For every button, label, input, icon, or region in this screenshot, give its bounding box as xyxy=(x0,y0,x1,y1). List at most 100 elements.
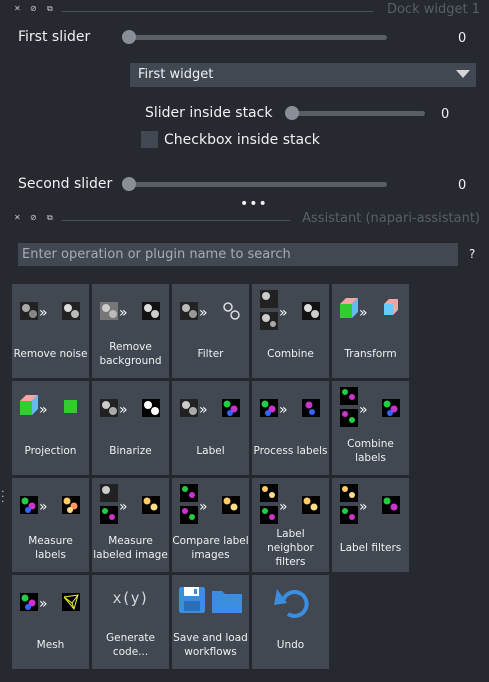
tile-remove-noise[interactable]: » Remove noise xyxy=(12,284,89,378)
label-icon: » xyxy=(180,399,240,418)
tile-measure-labeled-image[interactable]: » Measure labeled image xyxy=(92,478,169,572)
tile-label: Combine xyxy=(267,348,314,360)
first-slider-track[interactable] xyxy=(124,35,387,40)
svg-text:»: » xyxy=(279,499,288,515)
tile-label: Undo xyxy=(276,639,305,651)
tile-label: Transform xyxy=(344,348,397,360)
remove-noise-icon: » xyxy=(20,302,80,321)
hide-icon[interactable]: ⊘ xyxy=(30,4,37,14)
tile-process-labels[interactable]: » Process labels xyxy=(252,381,329,475)
tile-label: Projection xyxy=(24,445,77,457)
mesh-icon: » xyxy=(20,593,80,612)
tile-remove-background[interactable]: » Remove background xyxy=(92,284,169,378)
header-divider xyxy=(62,11,374,12)
tile-measure-labels[interactable]: » Measure labels xyxy=(12,478,89,572)
second-slider-label: Second slider xyxy=(18,176,113,192)
svg-text:»: » xyxy=(39,402,48,418)
second-slider-handle[interactable] xyxy=(122,177,136,191)
tile-label[interactable]: » Label xyxy=(172,381,249,475)
close-icon[interactable]: ✕ xyxy=(14,4,21,14)
tile-label: Label xyxy=(196,445,225,457)
tile-label: Measure labeled image xyxy=(93,535,168,561)
tile-label: Remove noise xyxy=(13,348,88,360)
label-filters-icon: » xyxy=(340,484,400,524)
tile-label: Label filters xyxy=(339,542,402,554)
tile-label: Compare label images xyxy=(172,535,249,561)
svg-text:»: » xyxy=(199,499,208,515)
tile-compare-label-images[interactable]: » Compare label images xyxy=(172,478,249,572)
tile-save-load-workflows[interactable]: Save and load workflows xyxy=(172,575,249,669)
code-glyph: x(y) xyxy=(112,589,148,607)
float-icon[interactable]: ⧉ xyxy=(47,4,53,14)
measure-labeled-image-icon: » xyxy=(100,484,160,524)
tile-mesh[interactable]: » Mesh xyxy=(12,575,89,669)
measure-labels-icon: » xyxy=(20,496,80,515)
tile-combine-labels[interactable]: » Combine labels xyxy=(332,381,409,475)
compare-label-images-icon: » xyxy=(180,484,240,524)
stack-slider-handle[interactable] xyxy=(285,106,299,120)
tile-projection[interactable]: » Projection xyxy=(12,381,89,475)
tile-label: Process labels xyxy=(253,445,328,457)
svg-text:»: » xyxy=(39,596,48,612)
svg-text:»: » xyxy=(199,402,208,418)
transform-icon: » xyxy=(340,298,398,321)
first-slider-handle[interactable] xyxy=(122,30,136,44)
svg-text:»: » xyxy=(119,499,128,515)
tile-binarize[interactable]: » Binarize xyxy=(92,381,169,475)
tile-label: Binarize xyxy=(109,445,152,457)
tile-label-neighbor-filters[interactable]: » Label neighbor filters xyxy=(252,478,329,572)
svg-text:»: » xyxy=(119,305,128,321)
tile-label: Save and load workflows xyxy=(173,632,248,658)
float-icon[interactable]: ⧉ xyxy=(47,213,53,223)
stack-slider-track[interactable] xyxy=(288,111,425,116)
generate-code-icon: x(y) xyxy=(112,589,148,607)
dock-widget-1-title: Dock widget 1 xyxy=(386,2,480,17)
tile-label: Filter xyxy=(197,348,224,360)
help-button[interactable]: ? xyxy=(469,247,475,261)
save-load-icon xyxy=(179,587,242,613)
tile-label: Combine labels xyxy=(347,438,394,464)
combine-icon: » xyxy=(260,290,320,330)
tile-label-filters[interactable]: » Label filters xyxy=(332,478,409,572)
tile-label: Label neighbor filters xyxy=(267,528,314,568)
undo-icon xyxy=(274,589,309,618)
dock-widget-1-header: ✕ ⊘ ⧉ Dock widget 1 xyxy=(0,0,489,22)
tile-undo[interactable]: Undo xyxy=(252,575,329,669)
svg-text:»: » xyxy=(359,499,368,515)
svg-text:»: » xyxy=(359,402,368,418)
combine-labels-icon: » xyxy=(340,387,400,427)
tile-generate-code[interactable]: x(y) Generate code... xyxy=(92,575,169,669)
svg-text:»: » xyxy=(279,402,288,418)
stack-slider-value: 0 xyxy=(441,107,450,122)
close-icon[interactable]: ✕ xyxy=(14,213,21,223)
chevron-down-icon xyxy=(456,70,470,78)
svg-text:»: » xyxy=(39,499,48,515)
second-slider-track[interactable] xyxy=(124,182,387,187)
operation-search-box[interactable] xyxy=(18,243,458,266)
assistant-title: Assistant (napari-assistant) xyxy=(302,211,480,226)
svg-text:»: » xyxy=(279,305,288,321)
tile-label: Remove background xyxy=(99,341,162,367)
svg-text:»: » xyxy=(199,305,208,321)
stack-checkbox-label: Checkbox inside stack xyxy=(164,132,320,148)
hide-icon[interactable]: ⊘ xyxy=(30,213,37,223)
stack-checkbox[interactable] xyxy=(141,131,158,148)
tile-combine[interactable]: » Combine xyxy=(252,284,329,378)
tile-label: Generate code... xyxy=(105,632,156,658)
assistant-button-grid: » Remove noise » Remove background » Fil… xyxy=(12,284,412,674)
tile-filter[interactable]: » Filter xyxy=(172,284,249,378)
first-slider-value: 0 xyxy=(458,31,467,46)
projection-icon: » xyxy=(20,395,77,418)
tile-transform[interactable]: » Transform xyxy=(332,284,409,378)
binarize-icon: » xyxy=(100,399,160,418)
svg-text:»: » xyxy=(119,402,128,418)
widget-selector-dropdown[interactable]: First widget xyxy=(130,63,476,87)
drag-handle-icon[interactable]: · · · xyxy=(1,486,5,507)
svg-text:»: » xyxy=(39,305,48,321)
assistant-dock-header: ✕ ⊘ ⧉ Assistant (napari-assistant) xyxy=(0,209,489,231)
label-neighbor-filters-icon: » xyxy=(260,484,320,524)
operation-search-input[interactable] xyxy=(18,243,458,266)
process-labels-icon: » xyxy=(260,399,320,418)
remove-background-icon: » xyxy=(100,302,160,321)
widget-selector-value: First widget xyxy=(138,67,214,82)
